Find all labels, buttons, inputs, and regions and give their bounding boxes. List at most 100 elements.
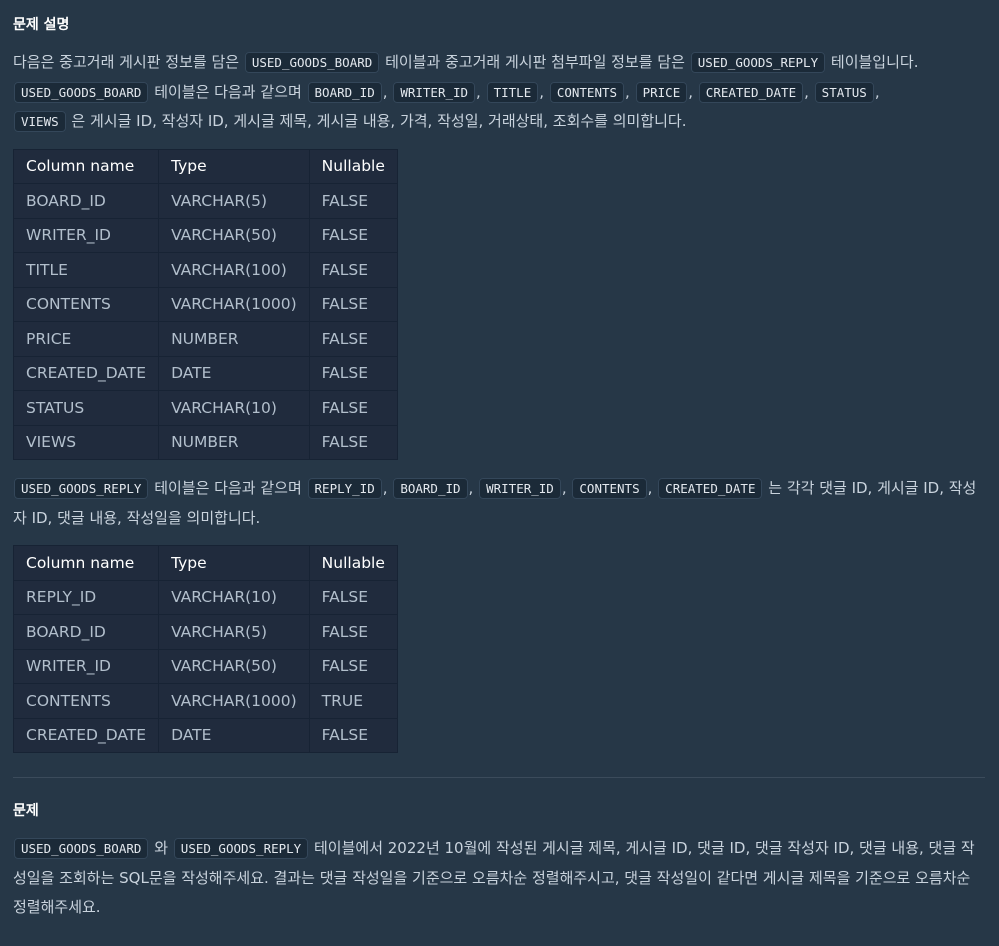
cell-column-name: CREATED_DATE — [12, 355, 160, 391]
table-row: BOARD_ID VARCHAR(5) FALSE — [12, 183, 398, 219]
code-table-name: USED_GOODS_BOARD — [14, 81, 149, 103]
table-header-row: Column name Type Nullable — [12, 545, 398, 581]
code-column-name: CONTENTS — [549, 81, 625, 103]
column-header: Nullable — [308, 148, 398, 184]
cell-type: DATE — [158, 717, 310, 753]
separator: , — [382, 479, 388, 497]
code-column-name: REPLY_ID — [307, 478, 382, 499]
table-row: CONTENTS VARCHAR(1000) TRUE — [12, 683, 398, 719]
cell-nullable: FALSE — [308, 579, 398, 615]
problem-text: 와 — [154, 839, 169, 857]
cell-column-name: REPLY_ID — [12, 579, 160, 615]
column-header: Nullable — [308, 545, 398, 581]
cell-type: VARCHAR(10) — [158, 390, 310, 426]
table-row: CREATED_DATE DATE FALSE — [12, 355, 398, 391]
cell-nullable: FALSE — [308, 717, 398, 753]
cell-nullable: FALSE — [308, 355, 398, 391]
board-schema-table: Column name Type Nullable BOARD_ID VARCHA… — [12, 148, 398, 460]
cell-nullable: FALSE — [308, 217, 398, 253]
separator: , — [382, 82, 388, 101]
problem-paragraph: USED_GOODS_BOARD 와 USED_GOODS_REPLY 테이블에… — [13, 834, 983, 923]
column-header: Type — [158, 148, 310, 184]
cell-type: DATE — [158, 355, 310, 391]
code-table-name: USED_GOODS_REPLY — [173, 838, 309, 859]
desc-text: 테이블은 다음과 같으며 — [154, 82, 302, 101]
cell-type: VARCHAR(50) — [158, 648, 310, 684]
table-row: STATUS VARCHAR(10) FALSE — [12, 390, 398, 426]
separator: , — [468, 479, 474, 497]
cell-column-name: VIEWS — [12, 424, 160, 460]
column-header: Column name — [12, 148, 160, 184]
cell-column-name: WRITER_ID — [12, 648, 160, 684]
separator: , — [647, 479, 653, 497]
column-header: Type — [158, 545, 310, 581]
table-row: CONTENTS VARCHAR(1000) FALSE — [12, 286, 398, 322]
separator: , — [625, 82, 630, 101]
code-column-name: WRITER_ID — [479, 478, 561, 499]
cell-nullable: FALSE — [308, 390, 398, 426]
intro-text: 테이블과 중고거래 게시판 첨부파일 정보를 담은 — [385, 53, 685, 71]
code-column-name: CREATED_DATE — [658, 478, 763, 499]
cell-column-name: CREATED_DATE — [12, 717, 160, 753]
separator: , — [476, 82, 481, 101]
cell-column-name: CONTENTS — [12, 286, 160, 322]
separator: , — [874, 82, 880, 101]
cell-type: VARCHAR(5) — [158, 614, 310, 650]
problem-description: 문제 설명 다음은 중고거래 게시판 정보를 담은 USED_GOODS_BOA… — [0, 0, 999, 923]
cell-column-name: BOARD_ID — [12, 614, 160, 650]
intro-text: 다음은 중고거래 게시판 정보를 담은 — [13, 53, 240, 71]
reply-desc-paragraph: USED_GOODS_REPLY 테이블은 다음과 같으며 REPLY_ID, … — [13, 474, 983, 533]
cell-column-name: BOARD_ID — [12, 183, 160, 219]
cell-nullable: FALSE — [308, 614, 398, 650]
desc-text: 은 게시글 ID, 작성자 ID, 게시글 제목, 게시글 내용, 가격, 작성… — [71, 112, 687, 130]
table-row: PRICE NUMBER FALSE — [12, 321, 398, 357]
table-header-row: Column name Type Nullable — [12, 148, 398, 184]
intro-paragraph: 다음은 중고거래 게시판 정보를 담은 USED_GOODS_BOARD 테이블… — [13, 48, 983, 137]
cell-column-name: STATUS — [12, 390, 160, 426]
cell-type: VARCHAR(1000) — [158, 683, 310, 719]
cell-type: NUMBER — [158, 321, 310, 357]
cell-column-name: CONTENTS — [12, 683, 160, 719]
code-column-name: BOARD_ID — [307, 81, 382, 103]
code-table-name: USED_GOODS_REPLY — [690, 52, 826, 73]
cell-column-name: PRICE — [12, 321, 160, 357]
code-column-name: STATUS — [814, 81, 874, 103]
cell-type: VARCHAR(1000) — [158, 286, 310, 322]
cell-nullable: FALSE — [308, 252, 398, 288]
cell-type: VARCHAR(10) — [158, 579, 310, 615]
desc-text: 테이블은 다음과 같으며 — [154, 479, 302, 497]
code-table-name: USED_GOODS_BOARD — [244, 52, 380, 73]
cell-type: NUMBER — [158, 424, 310, 460]
reply-schema-table: Column name Type Nullable REPLY_ID VARCHA… — [12, 545, 398, 753]
code-column-name: VIEWS — [14, 111, 66, 132]
table-row: WRITER_ID VARCHAR(50) FALSE — [12, 648, 398, 684]
table-row: REPLY_ID VARCHAR(10) FALSE — [12, 579, 398, 615]
separator: , — [561, 479, 567, 497]
table-row: CREATED_DATE DATE FALSE — [12, 717, 398, 753]
cell-nullable: FALSE — [308, 424, 398, 460]
code-table-name: USED_GOODS_REPLY — [14, 478, 149, 499]
table-row: WRITER_ID VARCHAR(50) FALSE — [12, 217, 398, 253]
section-title: 문제 설명 — [13, 17, 70, 33]
cell-nullable: FALSE — [308, 321, 398, 357]
separator: , — [688, 82, 694, 101]
code-column-name: BOARD_ID — [393, 478, 468, 499]
code-table-name: USED_GOODS_BOARD — [14, 838, 149, 859]
cell-type: VARCHAR(50) — [158, 217, 310, 253]
code-column-name: PRICE — [635, 81, 688, 103]
cell-type: VARCHAR(5) — [158, 183, 310, 219]
table-row: VIEWS NUMBER FALSE — [12, 424, 398, 460]
table-row: BOARD_ID VARCHAR(5) FALSE — [12, 614, 398, 650]
separator: , — [539, 82, 545, 101]
problem-title: 문제 — [13, 803, 39, 819]
cell-nullable: TRUE — [308, 683, 398, 719]
separator: , — [804, 82, 809, 101]
code-column-name: WRITER_ID — [393, 81, 476, 103]
cell-nullable: FALSE — [308, 648, 398, 684]
cell-column-name: TITLE — [12, 252, 160, 288]
code-column-name: CREATED_DATE — [698, 81, 804, 103]
table-row: TITLE VARCHAR(100) FALSE — [12, 252, 398, 288]
cell-nullable: FALSE — [308, 183, 398, 219]
code-column-name: TITLE — [486, 81, 539, 103]
cell-nullable: FALSE — [308, 286, 398, 322]
